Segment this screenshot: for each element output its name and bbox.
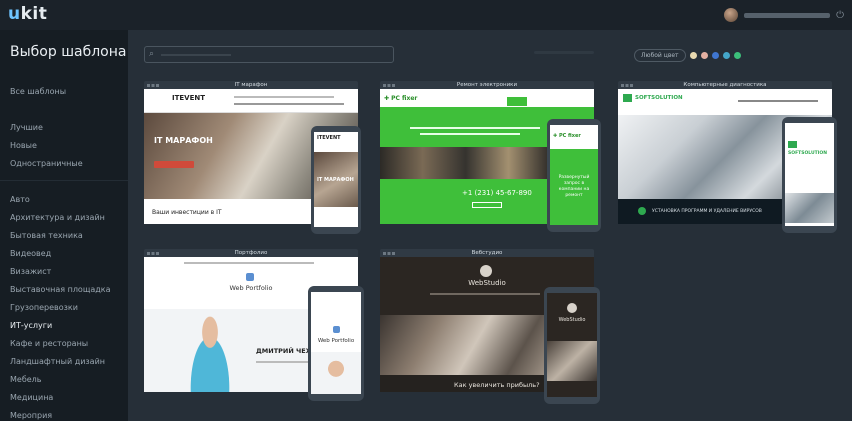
- color-swatch-pink[interactable]: [700, 51, 708, 59]
- avatar[interactable]: [724, 8, 739, 22]
- sidebar-divider: [0, 180, 128, 181]
- search-icon: ⌕: [149, 49, 155, 59]
- color-swatch-blue[interactable]: [711, 51, 719, 59]
- template-mobile-preview: ITEVENT IT МАРАФОН: [311, 126, 361, 234]
- sidebar-category[interactable]: Архитектура и дизайн: [10, 213, 105, 222]
- sidebar-category[interactable]: Визажист: [10, 267, 51, 276]
- template-title: Вебстудио: [471, 250, 503, 256]
- template-mobile-preview: ✚ PC fixer Развернутый запрос в компании…: [547, 119, 601, 232]
- logout-icon[interactable]: ⏻: [836, 10, 844, 21]
- sidebar-category[interactable]: Мероприя: [10, 411, 52, 420]
- template-card-webstudio[interactable]: Вебстудио WebStudio Как увеличить прибыл…: [380, 249, 600, 404]
- template-banner: УСТАНОВКА ПРОГРАММ И УДАЛЕНИЕ ВИРУСОВ: [652, 209, 762, 214]
- template-mobile-preview: WebStudio: [544, 287, 600, 404]
- account-menu[interactable]: ⏻: [724, 8, 844, 22]
- template-title: Портфолио: [234, 250, 268, 256]
- top-bar: ukit ⏻: [0, 0, 852, 30]
- template-brand: ITEVENT: [172, 94, 205, 102]
- template-card-computer-diagnostics[interactable]: Компьютерные диагностика SOFTSOLUTION УС…: [618, 81, 837, 233]
- sidebar-category[interactable]: Мебель: [10, 375, 42, 384]
- main-area: ⌕ Любой цвет IT марафон ITEVENT IT МАРАФ…: [128, 30, 852, 421]
- template-card-it-marathon[interactable]: IT марафон ITEVENT IT МАРАФОН Ваши инвес…: [144, 81, 361, 234]
- template-tagline: Как увеличить прибыль?: [454, 381, 540, 389]
- sidebar-category[interactable]: Бытовая техника: [10, 231, 83, 240]
- template-brand: SOFTSOLUTION: [635, 95, 683, 101]
- template-mobile-preview: Web Portfolio: [308, 286, 364, 401]
- template-mobile-preview: SOFTSOLUTION: [782, 117, 837, 233]
- ukit-logo[interactable]: ukit: [8, 4, 47, 24]
- template-title: Ремонт электроники: [456, 82, 518, 88]
- sidebar-category[interactable]: Выставочная площадка: [10, 285, 111, 294]
- sort-control[interactable]: [534, 51, 594, 54]
- search-placeholder: [161, 54, 231, 56]
- template-title: IT марафон: [234, 82, 268, 88]
- sidebar-category-active[interactable]: ИТ-услуги: [10, 321, 52, 330]
- sidebar-category[interactable]: Кафе и рестораны: [10, 339, 88, 348]
- sidebar: Выбор шаблона Все шаблоны Лучшие Новые О…: [0, 30, 128, 421]
- sidebar-item-best[interactable]: Лучшие: [10, 123, 43, 132]
- sidebar-item-onepage[interactable]: Одностраничные: [10, 159, 83, 168]
- template-brand: WebStudio: [468, 279, 506, 287]
- color-swatch-green[interactable]: [733, 51, 741, 59]
- template-card-electronics-repair[interactable]: Ремонт электроники ✚ PC fixer +1 (231) 4…: [380, 81, 601, 232]
- template-card-portfolio[interactable]: Портфолио Web Portfolio ДМИТРИЙ ЧЕХОВ We…: [144, 249, 364, 401]
- search-input[interactable]: ⌕: [144, 46, 394, 63]
- color-swatch-cyan[interactable]: [722, 51, 730, 59]
- page-title: Выбор шаблона: [10, 44, 127, 60]
- template-title: Компьютерные диагностика: [683, 82, 767, 88]
- sidebar-category[interactable]: Видеовед: [10, 249, 51, 258]
- template-subtitle: Ваши инвестиции в IT: [152, 209, 222, 216]
- color-filter: Любой цвет: [634, 48, 741, 62]
- template-hero: IT МАРАФОН: [154, 136, 213, 145]
- any-color-button[interactable]: Любой цвет: [634, 48, 686, 62]
- color-swatch-beige[interactable]: [689, 51, 697, 59]
- sidebar-item-new[interactable]: Новые: [10, 141, 37, 150]
- template-phone: +1 (231) 45-67-890: [462, 189, 532, 197]
- sidebar-category[interactable]: Ландшафтный дизайн: [10, 357, 105, 366]
- sidebar-category[interactable]: Грузоперевозки: [10, 303, 78, 312]
- template-brand: PC fixer: [391, 95, 418, 102]
- sidebar-category[interactable]: Авто: [10, 195, 30, 204]
- sidebar-item-all[interactable]: Все шаблоны: [10, 87, 66, 96]
- account-email: [744, 12, 831, 18]
- sidebar-category[interactable]: Медицина: [10, 393, 53, 402]
